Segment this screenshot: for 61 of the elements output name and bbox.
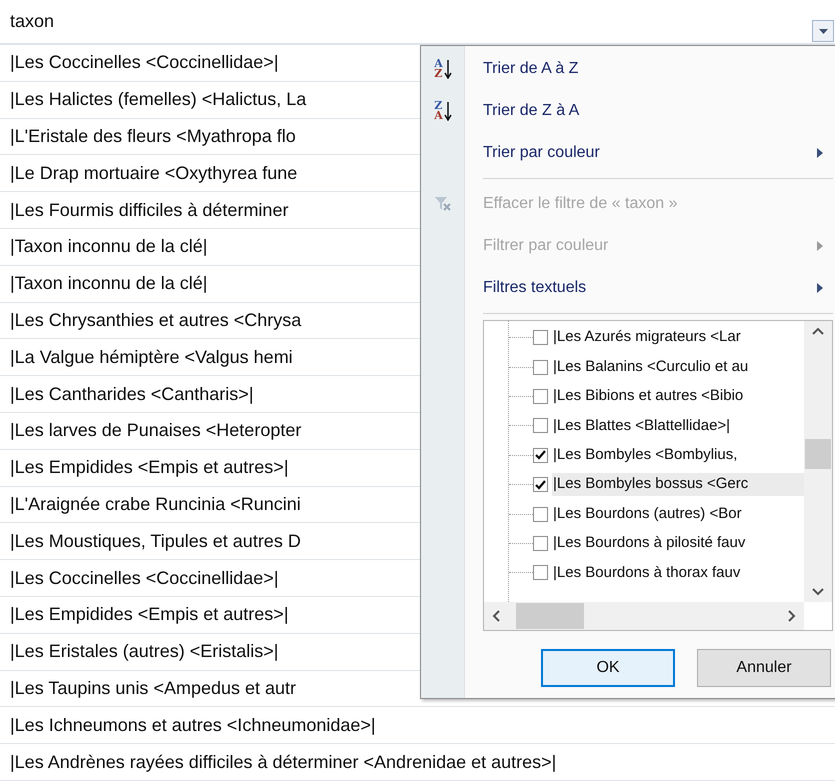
scrollbar-thumb[interactable] <box>516 603 584 629</box>
checkbox[interactable] <box>533 388 548 404</box>
table-cell-text: |L'Eristale des fleurs <Myathropa flo <box>10 124 296 148</box>
scroll-up-icon <box>812 327 824 335</box>
horizontal-scrollbar[interactable] <box>484 602 804 630</box>
scroll-left-icon <box>492 610 500 622</box>
checkbox[interactable] <box>533 536 548 551</box>
checkbox[interactable] <box>533 448 548 463</box>
table-cell-text: |Les Coccinelles <Coccinellidae>| <box>10 566 278 590</box>
menu-item[interactable]: Trier par couleur <box>421 132 835 174</box>
scroll-right-icon <box>788 610 796 622</box>
value-item[interactable]: |Les Bombyles <Bombylius, <box>552 444 804 466</box>
value-item[interactable]: |Les Bourdons à pilosité fauv <box>552 532 804 555</box>
checkbox[interactable] <box>533 418 548 434</box>
checkmark-icon <box>535 480 546 490</box>
submenu-arrow-icon <box>817 241 823 251</box>
table-cell-text: |Les Andrènes rayées difficiles à déterminer <Andrenidae et autres>| <box>10 750 556 774</box>
table-cell-text: |Les Cantharides <Cantharis>| <box>10 382 254 406</box>
dialog-button[interactable]: OK <box>541 649 675 687</box>
checkbox[interactable] <box>533 506 548 522</box>
menu-item[interactable]: A Z Trier de A à Z <box>421 48 835 90</box>
value-item[interactable]: |Les Bourdons (autres) <Bor <box>552 502 804 526</box>
filter-dropdown-button[interactable] <box>812 20 834 42</box>
checkmark-icon <box>535 450 546 460</box>
table-cell-text: |Taxon inconnu de la clé| <box>10 235 208 258</box>
table-cell-text: |Les larves de Punaises <Heteropter <box>10 419 302 442</box>
caret-icon <box>818 28 828 34</box>
table-cell-text: |Les Chrysanthies et autres <Chrysa <box>10 308 302 332</box>
table-cell-text: |Les Moustiques, Tipules et autres D <box>10 530 301 553</box>
dialog-button[interactable]: Annuler <box>697 649 831 687</box>
table-cell-text: |Les Fourmis difficiles à déterminer <box>10 198 288 222</box>
table-cell-text: |Le Drap mortuaire <Oxythyrea fune <box>10 162 298 185</box>
scrollbar-thumb[interactable] <box>805 439 831 469</box>
value-item[interactable]: |Les Blattes <Blattellidae>| <box>552 414 804 438</box>
checkbox[interactable] <box>533 565 548 580</box>
value-item[interactable]: |Les Balanins <Curculio et au <box>552 356 804 378</box>
value-item[interactable]: |Les Bourdons à thorax fauv <box>552 562 804 584</box>
table-cell-text: |Les Taupins unis <Ampedus et autr <box>10 676 296 700</box>
table-cell-text: |Les Halictes (femelles) <Halictus, La <box>10 88 306 112</box>
checkbox[interactable] <box>533 477 548 492</box>
table-cell-text: |Les Empidides <Empis et autres>| <box>10 456 288 480</box>
table-cell-text: |L'Araignée crabe Runcinia <Runcini <box>10 492 301 516</box>
value-item[interactable]: |Les Azurés migrateurs <Lar <box>552 326 804 349</box>
table-cell-text: |Les Coccinelles <Coccinellidae>| <box>10 51 278 74</box>
value-item[interactable]: |Les Bibions et autres <Bibio <box>552 385 804 408</box>
checkbox[interactable] <box>533 330 548 346</box>
menu-item[interactable]: Filtres textuels <box>421 267 835 309</box>
submenu-arrow-icon <box>817 148 823 158</box>
table-cell-text: |La Valgue hémiptère <Valgus hemi <box>10 346 293 369</box>
table-cell-text: |Les Ichneumons et autres <Ichneumonidae>| <box>10 714 376 737</box>
vertical-scrollbar[interactable] <box>804 321 832 602</box>
column-header: taxon <box>10 10 54 33</box>
table-cell-text: |Les Eristales (autres) <Eristalis>| <box>10 640 278 664</box>
menu-item[interactable]: Z A Trier de Z à A <box>421 90 835 132</box>
submenu-arrow-icon <box>817 283 823 293</box>
checkbox[interactable] <box>533 360 548 375</box>
table-cell-text: |Taxon inconnu de la clé| <box>10 272 208 296</box>
table-cell-text: |Les Empidides <Empis et autres>| <box>10 603 288 626</box>
clear-filter-icon <box>434 196 452 212</box>
value-item[interactable]: |Les Bombyles bossus <Gerc <box>552 473 804 496</box>
scroll-down-icon <box>812 588 824 596</box>
